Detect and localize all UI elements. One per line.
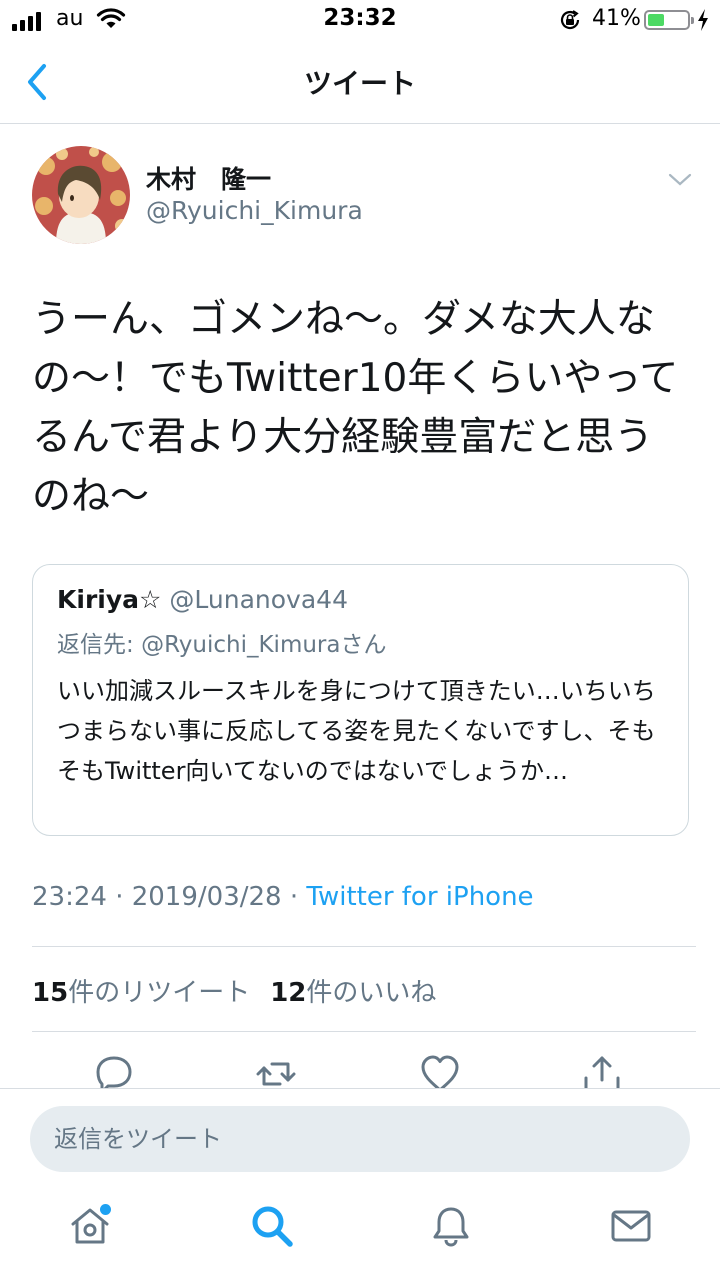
rotation-lock-icon <box>560 10 580 30</box>
tweet-stats: 15件のリツイート 12件のいいね <box>32 972 436 1009</box>
quoted-tweet-header: Kiriya☆ @Lunanova44 <box>57 585 348 614</box>
reply-mention[interactable]: @Ryuichi_Kimura <box>141 632 340 658</box>
like-label: 件のいいね <box>306 978 437 1008</box>
reply-input[interactable] <box>30 1106 690 1172</box>
retweet-count: 15 <box>32 978 69 1008</box>
reply-suffix: さん <box>340 632 387 658</box>
quoted-tweet[interactable]: Kiriya☆ @Lunanova44 返信先: @Ryuichi_Kimuraさ… <box>32 564 689 836</box>
search-icon[interactable] <box>250 1204 294 1248</box>
tweet-meta: 23:24 · 2019/03/28 · Twitter for iPhone <box>32 882 534 912</box>
quoted-tweet-text: いい加減スルースキルを身につけて頂きたい…いちいちつまらない事に反応してる姿を見… <box>57 677 656 785</box>
quoted-author-handle: @Lunanova44 <box>169 585 348 614</box>
avatar[interactable] <box>32 146 130 244</box>
battery-icon <box>644 10 694 30</box>
reply-bar <box>0 1088 720 1190</box>
reply-icon[interactable] <box>94 1054 134 1088</box>
tweet-text: うーん、ゴメンね〜。ダメな大人なの〜！でもTwitter10年くらいやってるんで… <box>32 297 679 519</box>
tweet-actions <box>0 1050 720 1088</box>
like-count: 12 <box>270 978 307 1008</box>
divider <box>32 946 696 947</box>
chevron-down-icon[interactable] <box>666 170 694 190</box>
share-icon[interactable] <box>582 1054 622 1088</box>
timestamp: 23:24 · 2019/03/28 · <box>32 882 307 912</box>
retweet-label: 件のリツイート <box>68 978 251 1008</box>
heart-icon[interactable] <box>420 1054 460 1088</box>
client-link[interactable]: Twitter for iPhone <box>306 882 533 912</box>
quoted-author-name: Kiriya☆ <box>57 585 162 614</box>
navigation-bar: ツイート <box>0 40 720 124</box>
retweet-icon[interactable] <box>256 1054 296 1088</box>
charging-icon <box>698 9 708 31</box>
status-bar: au 23:32 41% <box>0 0 720 40</box>
battery-percentage: 41% <box>592 6 641 31</box>
tab-bar <box>0 1190 720 1280</box>
notification-dot <box>100 1204 111 1215</box>
divider <box>32 1031 696 1032</box>
retweet-stat[interactable]: 15件のリツイート <box>32 978 250 1008</box>
author-name[interactable]: 木村 隆一 <box>146 160 271 196</box>
like-stat[interactable]: 12件のいいね <box>270 978 436 1008</box>
bell-icon[interactable] <box>429 1204 473 1248</box>
mail-icon[interactable] <box>609 1204 653 1248</box>
quoted-reply-to: 返信先: @Ryuichi_Kimuraさん <box>57 625 386 659</box>
author-handle[interactable]: @Ryuichi_Kimura <box>146 196 363 225</box>
page-title: ツイート <box>303 67 416 100</box>
reply-prefix: 返信先: <box>57 632 142 658</box>
